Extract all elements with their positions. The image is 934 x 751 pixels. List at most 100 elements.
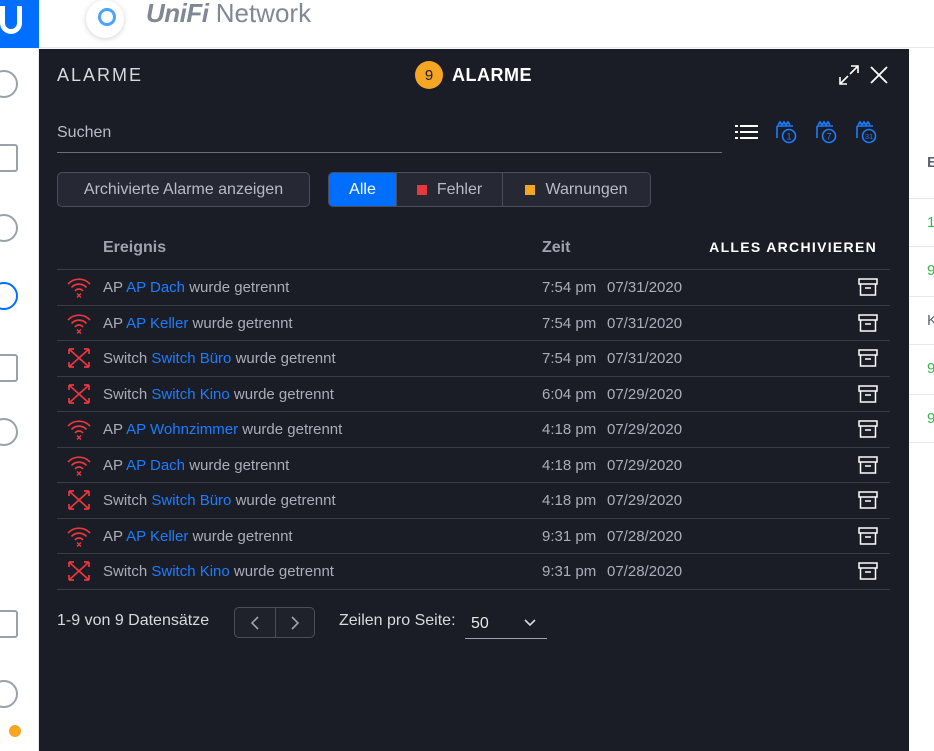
statistics-icon[interactable] <box>0 144 18 172</box>
archive-icon[interactable] <box>858 313 878 332</box>
background-cell: K <box>927 312 934 329</box>
alarm-message: Switch Switch Büro wurde getrennt <box>103 492 336 509</box>
archive-icon[interactable] <box>858 455 878 474</box>
alarm-status-text: wurde getrennt <box>233 563 334 580</box>
filter-31-days-icon[interactable]: 31 <box>854 119 880 145</box>
archive-icon[interactable] <box>858 526 878 545</box>
expand-icon[interactable] <box>837 63 861 87</box>
device-link[interactable]: Switch Kino <box>151 386 229 403</box>
search-input[interactable] <box>57 113 722 153</box>
column-header-event[interactable]: Ereignis <box>103 239 166 257</box>
show-archived-alarms-button[interactable]: Archivierte Alarme anzeigen <box>57 172 310 207</box>
device-link[interactable]: AP Wohnzimmer <box>126 421 238 438</box>
device-type: Switch <box>103 492 148 509</box>
side-navigation <box>0 48 39 751</box>
clients-icon[interactable] <box>0 354 18 382</box>
filter-7-days-icon[interactable]: 7 <box>814 119 840 145</box>
chevron-left-icon <box>250 615 259 630</box>
archive-icon[interactable] <box>858 420 878 438</box>
wifi-disconnected-icon <box>67 313 91 334</box>
device-type: AP <box>103 456 123 474</box>
rows-per-page-value: 50 <box>471 615 489 632</box>
alarm-date: 07/28/2020 <box>607 527 683 545</box>
svg-text:31: 31 <box>865 132 873 141</box>
alarm-message: Switch Switch Kino wurde getrennt <box>103 563 334 580</box>
alarm-row: AP AP Dach wurde getrennt 4:18 pm 07/29/… <box>57 448 890 483</box>
alarm-row: Switch Switch Kino wurde getrennt 9:31 p… <box>57 554 890 590</box>
pagination-summary: 1-9 von 9 Datensätze <box>57 612 210 629</box>
chevron-down-icon <box>524 619 536 627</box>
archive-icon[interactable] <box>858 384 878 403</box>
filter-warnings-button[interactable]: Warnungen <box>502 173 650 206</box>
filter-all-label: Alle <box>349 180 376 198</box>
switch-disconnected-icon <box>68 561 90 581</box>
rows-per-page-select[interactable]: 50 <box>465 607 547 639</box>
alarm-date: 07/31/2020 <box>607 279 683 296</box>
rows-per-page-label: Zeilen pro Seite: <box>339 612 456 629</box>
app-brand-prefix: UniFi <box>146 0 209 28</box>
modal-title-text: ALARME <box>452 64 532 85</box>
filter-errors-button[interactable]: Fehler <box>396 173 502 206</box>
ubiquiti-logo-tile[interactable] <box>0 0 39 48</box>
dashboard-icon[interactable] <box>0 70 18 98</box>
modal-label: ALARME <box>57 65 144 85</box>
background-divider <box>909 198 934 199</box>
alarm-date: 07/31/2020 <box>607 314 683 332</box>
device-link[interactable]: Switch Kino <box>151 563 229 580</box>
archive-icon[interactable] <box>858 491 878 509</box>
alarm-notification-dot <box>9 725 21 737</box>
next-page-button[interactable] <box>274 608 315 637</box>
error-square-icon <box>416 184 427 195</box>
column-header-time[interactable]: Zeit <box>542 239 570 257</box>
app-title: UniFi Network <box>146 0 311 29</box>
archive-icon[interactable] <box>858 562 878 580</box>
archive-icon[interactable] <box>858 349 878 367</box>
alarm-date: 07/31/2020 <box>607 350 683 367</box>
switch-disconnected-icon <box>68 383 90 404</box>
unifi-network-logo-icon <box>86 0 124 38</box>
app-brand-suffix: Network <box>208 0 312 28</box>
background-cell: 1 <box>927 214 934 231</box>
background-divider <box>909 394 934 395</box>
pagination-controls <box>234 607 315 638</box>
device-link[interactable]: AP Keller <box>126 528 188 545</box>
alarm-time: 7:54 pm <box>542 279 597 296</box>
alarm-message: AP AP Wohnzimmer wurde getrennt <box>103 421 342 438</box>
device-link[interactable]: AP Dach <box>126 279 185 296</box>
device-type: Switch <box>103 385 148 403</box>
archive-all-button[interactable]: ALLES ARCHIVIEREN <box>709 239 877 255</box>
alarm-message: Switch Switch Kino wurde getrennt <box>103 386 334 403</box>
insights-icon[interactable] <box>0 418 18 446</box>
previous-page-button[interactable] <box>235 608 275 637</box>
device-link[interactable]: Switch Büro <box>151 492 231 509</box>
background-table-header: E <box>927 154 934 171</box>
device-link[interactable]: AP Dach <box>126 457 185 474</box>
device-link[interactable]: Switch Büro <box>151 350 231 367</box>
list-view-icon[interactable] <box>734 119 760 145</box>
wifi-disconnected-icon <box>67 455 91 476</box>
svg-text:1: 1 <box>786 132 791 142</box>
archive-icon[interactable] <box>858 278 878 296</box>
alarm-time: 4:18 pm <box>542 421 597 438</box>
devices-icon[interactable] <box>0 282 18 310</box>
alarm-message: AP AP Dach wurde getrennt <box>103 279 289 296</box>
alarm-status-text: wurde getrennt <box>192 527 293 545</box>
alarm-date: 07/29/2020 <box>607 421 683 438</box>
wifi-disconnected-icon <box>67 526 91 547</box>
device-type: AP <box>103 421 123 438</box>
filter-all-button[interactable]: Alle <box>329 173 396 206</box>
filter-1-day-icon[interactable]: 1 <box>774 119 800 145</box>
alarm-row: Switch Switch Büro wurde getrennt 7:54 p… <box>57 341 890 377</box>
alarm-row: Switch Switch Büro wurde getrennt 4:18 p… <box>57 483 890 519</box>
events-calendar-icon[interactable] <box>0 610 18 638</box>
alarm-status-text: wurde getrennt <box>233 385 334 403</box>
alarm-date: 07/29/2020 <box>607 492 683 509</box>
alarms-bell-icon[interactable] <box>0 680 18 708</box>
background-cell: 9 <box>927 262 934 279</box>
background-divider <box>909 246 934 247</box>
alarm-list: AP AP Dach wurde getrennt 7:54 pm 07/31/… <box>57 269 890 590</box>
device-link[interactable]: AP Keller <box>126 315 188 332</box>
device-type: Switch <box>103 350 148 367</box>
map-icon[interactable] <box>0 214 18 242</box>
close-icon[interactable] <box>867 63 891 87</box>
